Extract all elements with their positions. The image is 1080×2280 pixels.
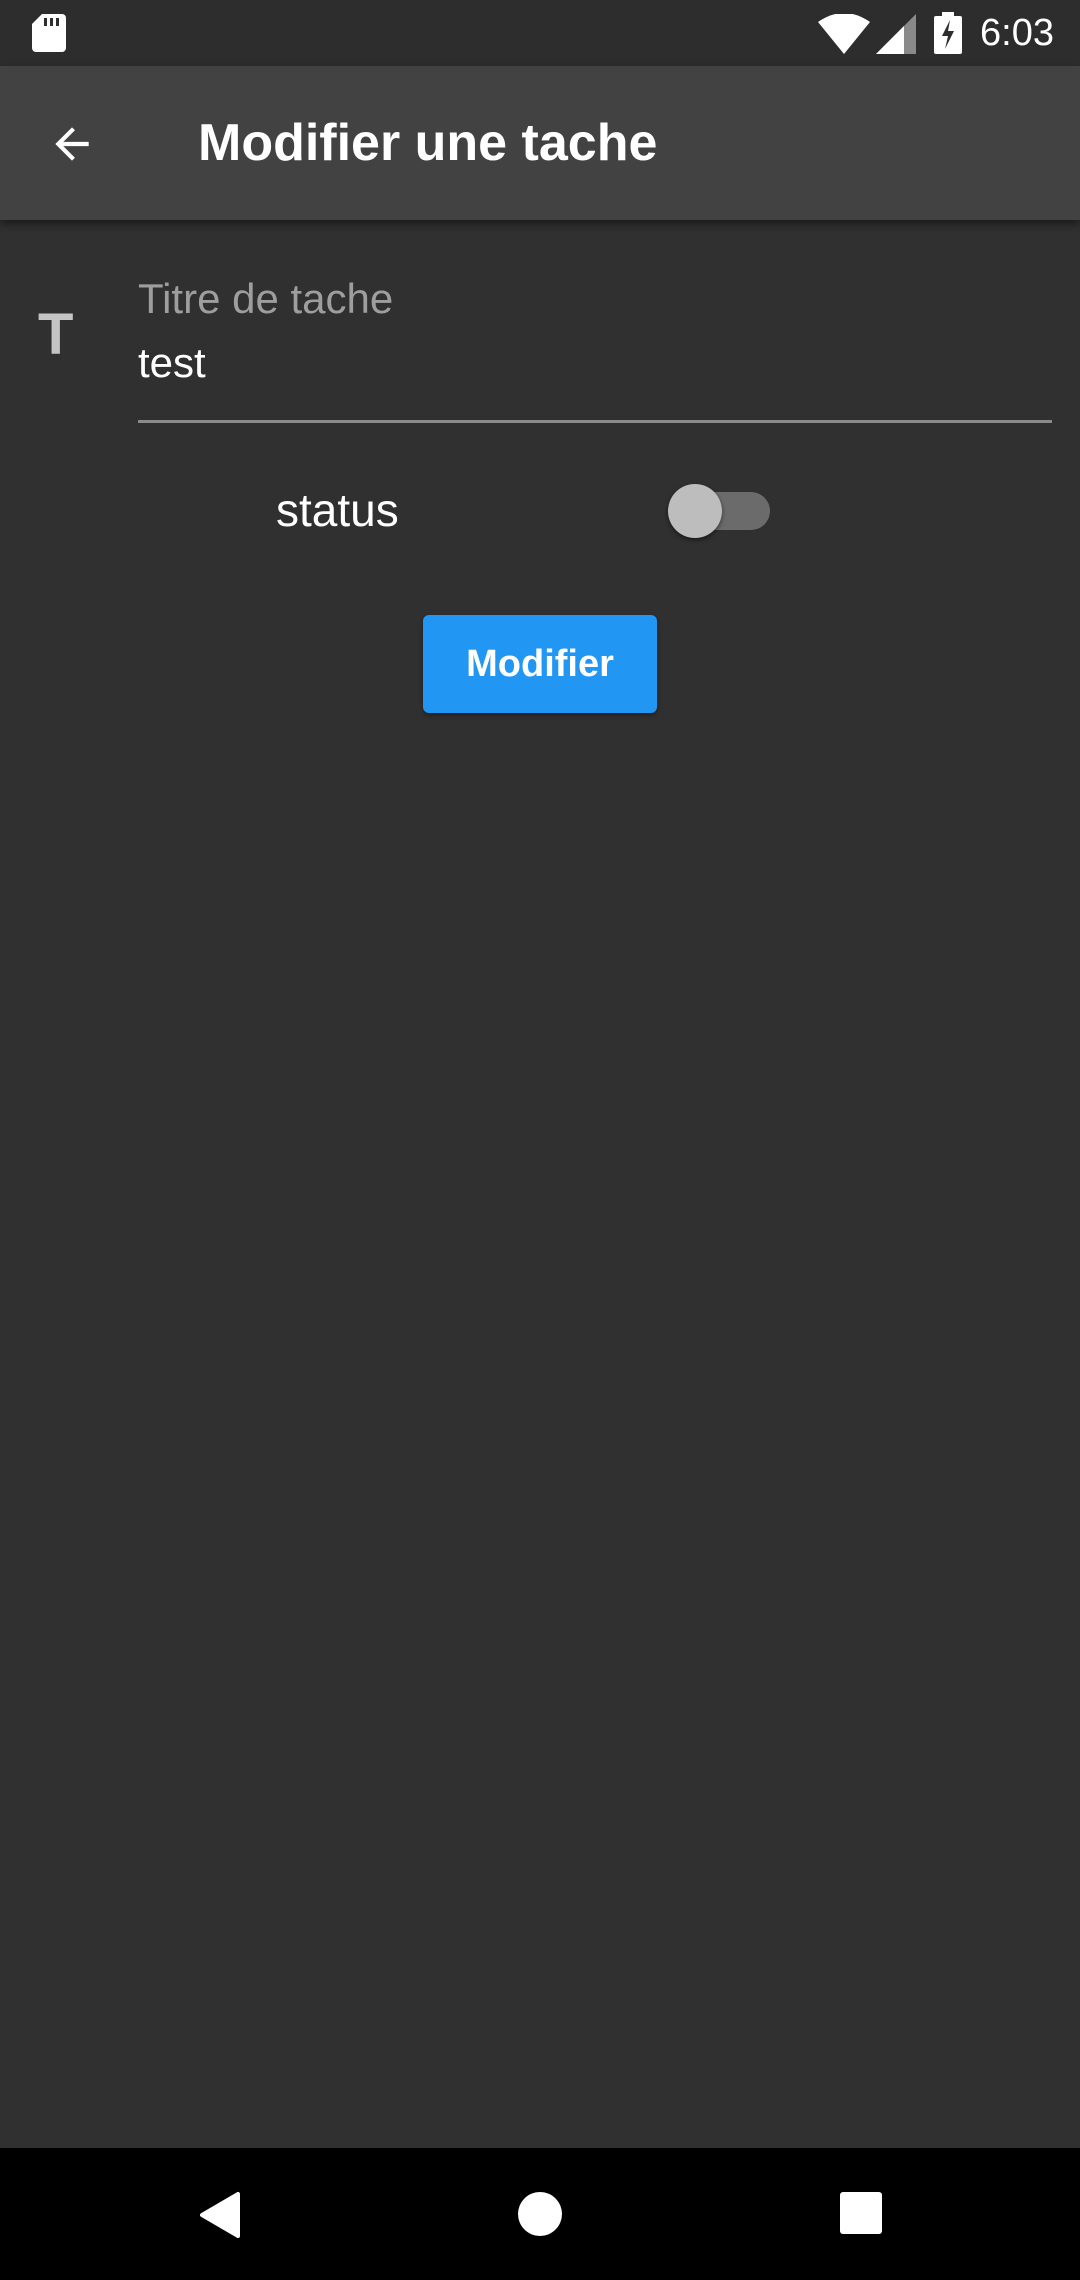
task-title-input[interactable] [138,336,1050,390]
battery-charging-icon [934,12,962,54]
cell-signal-icon [876,14,916,54]
status-switch[interactable] [668,482,770,538]
arrow-back-icon [55,127,89,161]
sd-card-icon [32,14,66,52]
task-title-label: Titre de tache [138,275,394,322]
back-button[interactable] [30,102,114,186]
navigation-bar [0,2148,1080,2280]
nav-home-icon[interactable] [516,2190,564,2238]
status-clock: 6:03 [980,12,1054,54]
text-format-icon: T [38,302,74,367]
task-title-underline [138,420,1052,423]
wifi-icon [818,14,870,54]
page-title: Modifier une tache [198,114,658,172]
app-bar: Modifier une tache [0,66,1080,220]
screen: 6:03 Modifier une tache T Titre de tache… [0,0,1080,2280]
status-bar: 6:03 [0,0,1080,66]
status-label: status [276,484,399,536]
switch-thumb[interactable] [668,484,722,538]
modify-button[interactable]: Modifier [423,615,657,713]
nav-recents-icon[interactable] [840,2192,882,2234]
nav-back-icon[interactable] [196,2190,246,2240]
